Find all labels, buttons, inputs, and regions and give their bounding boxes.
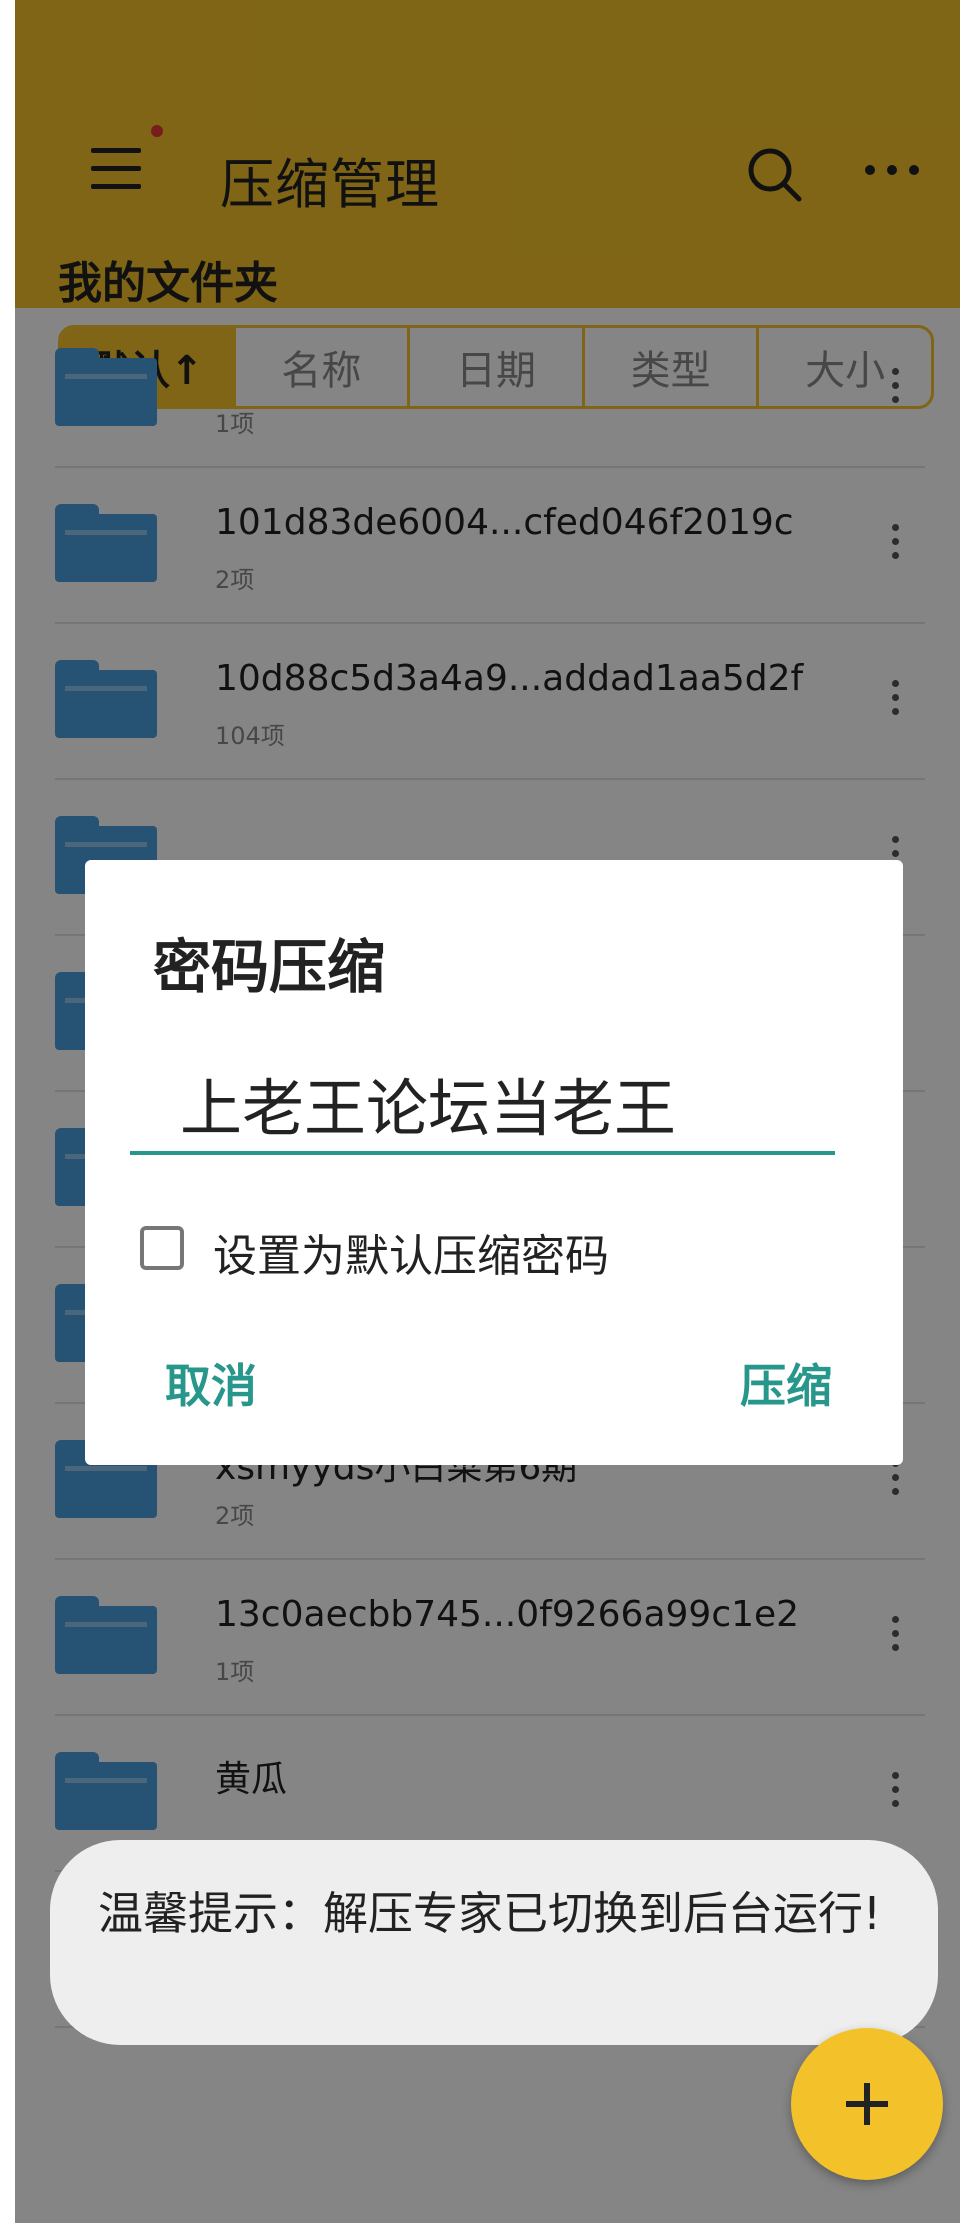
cancel-button[interactable]: 取消 xyxy=(165,1350,257,1416)
password-input[interactable] xyxy=(130,1055,835,1155)
compress-button[interactable]: 压缩 xyxy=(740,1350,832,1416)
add-button[interactable] xyxy=(791,2028,943,2180)
checkbox-label: 设置为默认压缩密码 xyxy=(213,1231,609,1282)
toast-message: 温馨提示：解压专家已切换到后台运行! xyxy=(50,1840,938,2045)
dialog-title: 密码压缩 xyxy=(153,933,386,1001)
toast-text: 温馨提示：解压专家已切换到后台运行! xyxy=(98,1887,882,1940)
app-screen: 压缩管理 我的文件夹 默认↑ 名称 日期 类型 大小 1项 101d83de60… xyxy=(15,0,960,2223)
default-password-checkbox[interactable] xyxy=(140,1226,184,1270)
password-compress-dialog: 密码压缩 设置为默认压缩密码 取消 压缩 xyxy=(85,860,903,1465)
